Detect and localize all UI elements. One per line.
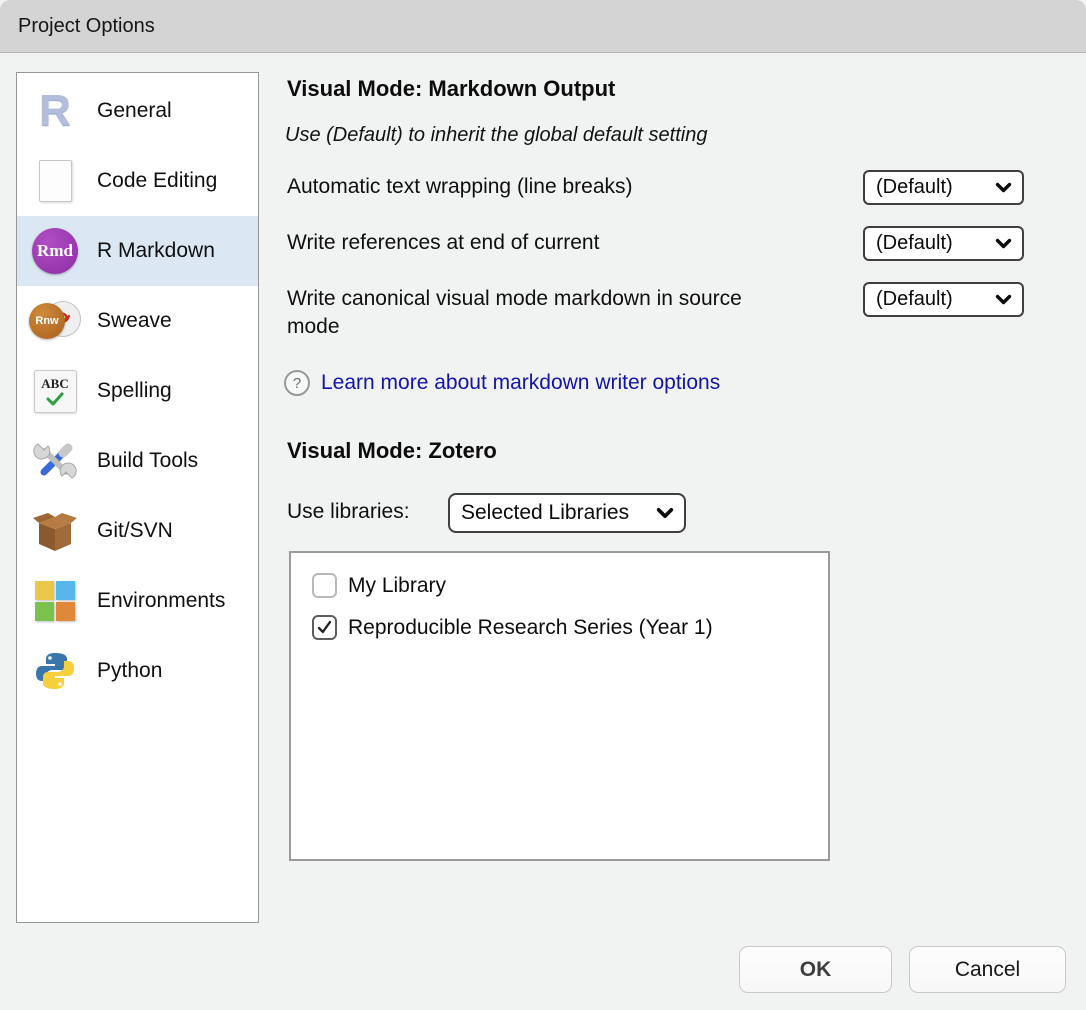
sidebar-item-label: Git/SVN — [97, 519, 173, 543]
check-glyph — [45, 392, 65, 406]
chevron-down-icon — [995, 238, 1012, 249]
help-question-icon[interactable]: ? — [284, 370, 310, 396]
sidebar-item-label: Environments — [97, 589, 225, 613]
library-row-my-library[interactable]: My Library — [312, 573, 828, 598]
canonical-markdown-select[interactable]: (Default) — [863, 282, 1024, 317]
sidebar-item-general[interactable]: R General — [17, 76, 258, 146]
canonical-markdown-label: Write canonical visual mode markdown in … — [287, 285, 757, 341]
sidebar: R General Code Editing Rmd R Markdown Rn… — [16, 72, 259, 923]
use-libraries-label: Use libraries: — [287, 500, 410, 524]
r-logo-icon: R — [29, 85, 81, 137]
sidebar-item-label: General — [97, 99, 172, 123]
sidebar-item-label: Sweave — [97, 309, 172, 333]
write-references-label: Write references at end of current — [287, 229, 767, 257]
spelling-icon: ABC — [29, 365, 81, 417]
sidebar-item-sweave[interactable]: Rnw Sweave — [17, 286, 258, 356]
sidebar-item-r-markdown[interactable]: Rmd R Markdown — [17, 216, 258, 286]
reproducible-research-checkbox[interactable] — [312, 615, 337, 640]
window-title: Project Options — [0, 15, 155, 38]
chevron-down-icon — [995, 182, 1012, 193]
sidebar-item-environments[interactable]: Environments — [17, 566, 258, 636]
learn-more-link[interactable]: Learn more about markdown writer options — [321, 371, 720, 395]
my-library-checkbox[interactable] — [312, 573, 337, 598]
text-wrapping-select[interactable]: (Default) — [863, 170, 1024, 205]
code-document-icon — [29, 155, 81, 207]
sidebar-item-python[interactable]: Python — [17, 636, 258, 706]
markdown-output-heading: Visual Mode: Markdown Output — [287, 76, 615, 102]
library-row-reproducible-research[interactable]: Reproducible Research Series (Year 1) — [312, 615, 828, 640]
python-icon — [29, 645, 81, 697]
sidebar-item-label: Spelling — [97, 379, 172, 403]
cancel-button[interactable]: Cancel — [909, 946, 1066, 993]
sidebar-item-label: Code Editing — [97, 169, 217, 193]
chevron-down-icon — [656, 507, 674, 519]
rmarkdown-icon: Rmd — [29, 225, 81, 277]
sidebar-item-git-svn[interactable]: Git/SVN — [17, 496, 258, 566]
environments-icon — [29, 575, 81, 627]
ok-button[interactable]: OK — [739, 946, 892, 993]
sidebar-item-code-editing[interactable]: Code Editing — [17, 146, 258, 216]
checkmark-icon — [316, 619, 333, 636]
sidebar-item-label: R Markdown — [97, 239, 215, 263]
write-references-select[interactable]: (Default) — [863, 226, 1024, 261]
text-wrapping-label: Automatic text wrapping (line breaks) — [287, 173, 767, 201]
sidebar-item-label: Build Tools — [97, 449, 198, 473]
sidebar-item-label: Python — [97, 659, 162, 683]
zotero-heading: Visual Mode: Zotero — [287, 438, 497, 464]
sidebar-item-spelling[interactable]: ABC Spelling — [17, 356, 258, 426]
default-hint-text: Use (Default) to inherit the global defa… — [285, 124, 707, 147]
zotero-libraries-list: My Library Reproducible Research Series … — [289, 551, 830, 861]
build-tools-icon — [29, 435, 81, 487]
title-bar: Project Options — [0, 0, 1086, 53]
project-options-dialog: { "window": { "title": "Project Options"… — [0, 0, 1086, 1010]
git-svn-icon — [29, 505, 81, 557]
chevron-down-icon — [995, 294, 1012, 305]
use-libraries-select[interactable]: Selected Libraries — [448, 493, 686, 533]
sidebar-item-build-tools[interactable]: Build Tools — [17, 426, 258, 496]
sweave-icon: Rnw — [29, 295, 81, 347]
